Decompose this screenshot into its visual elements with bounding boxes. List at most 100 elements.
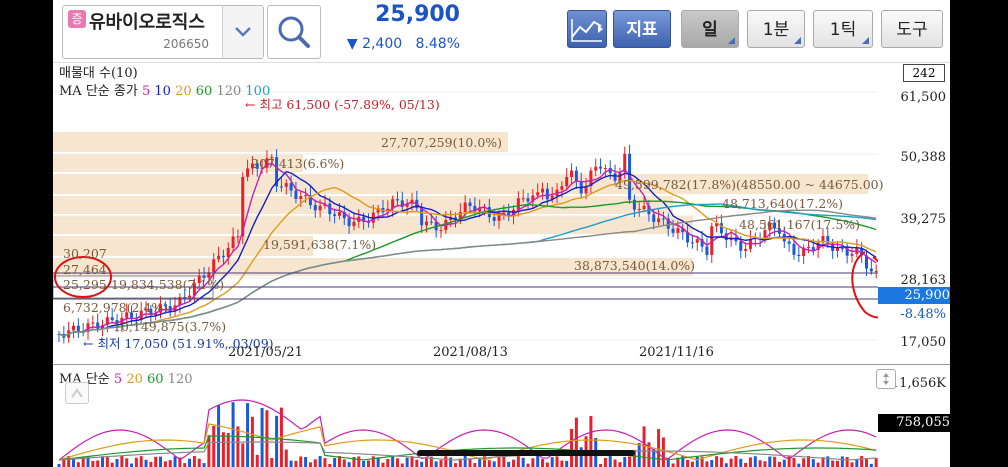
price-axis: 61,500 50,388 39,275 28,163 -8.48% 17,05… <box>878 62 950 362</box>
volume-bar <box>333 458 337 467</box>
volume-bar <box>811 459 815 467</box>
volume-bar <box>744 462 748 467</box>
volume-bar <box>299 456 303 467</box>
candle-body <box>599 166 603 169</box>
volume-bar <box>705 461 709 467</box>
vp-label: 30,207 <box>63 246 107 261</box>
volume-bar <box>197 458 201 467</box>
candle-body <box>603 167 607 169</box>
volume-bar <box>101 456 105 467</box>
period-day-button[interactable]: 일 <box>681 10 739 48</box>
candle-body <box>739 241 743 251</box>
volume-bar <box>748 457 752 467</box>
volume-bar <box>395 458 399 467</box>
volume-bar <box>724 463 728 467</box>
volume-bar <box>202 463 206 467</box>
volume-bar <box>400 463 404 467</box>
volume-bar <box>241 443 245 467</box>
candle-body <box>304 195 308 197</box>
volume-bar <box>188 458 192 467</box>
volume-bar <box>304 457 308 467</box>
indicator-button[interactable]: 지표 <box>613 10 671 48</box>
candle-body <box>536 192 540 196</box>
volume-bar <box>323 458 327 467</box>
candle-body <box>792 243 796 255</box>
volume-bar <box>159 456 163 467</box>
home-indicator <box>417 450 635 456</box>
candle-body <box>661 218 665 220</box>
volume-bar <box>565 460 569 467</box>
chart-type-button[interactable] <box>567 10 607 48</box>
volume-bar <box>313 459 317 467</box>
stock-dropdown-button[interactable] <box>222 6 263 58</box>
volume-bar <box>758 460 762 467</box>
volume-bar <box>144 459 148 467</box>
y-axis-label: 28,163 <box>900 273 947 288</box>
current-volume-marker: 758,055 <box>878 414 950 432</box>
search-button[interactable] <box>267 5 321 59</box>
vp-label: 48,561,167(17.5%) <box>739 217 861 232</box>
candle-body <box>352 221 356 227</box>
minute-label: 1분 <box>762 20 790 40</box>
dropdown-triangle-icon <box>794 37 801 44</box>
volume-bar <box>768 456 772 467</box>
candle-body <box>570 170 574 177</box>
candle-body <box>869 268 873 272</box>
volume-bar <box>110 462 114 467</box>
candle-body <box>594 166 598 171</box>
vp-label: 25,295 <box>63 277 107 292</box>
candle-body <box>424 221 428 226</box>
volume-bar <box>318 456 322 467</box>
volume-bar <box>550 457 554 467</box>
volume-bar <box>139 456 143 467</box>
volume-bar <box>589 416 593 467</box>
candle-body <box>565 176 569 187</box>
ma20-label: 20 <box>175 84 192 99</box>
candle-body <box>313 205 317 211</box>
stock-selector[interactable]: 증 유바이오로직스 206650 <box>62 5 264 59</box>
period-day-label: 일 <box>702 20 718 40</box>
market-badge: 증 <box>68 10 86 28</box>
candle-body <box>76 325 80 332</box>
candle-body <box>787 241 791 244</box>
current-price: 25,900 <box>375 2 460 27</box>
volume-bar <box>715 456 719 467</box>
volume-ma-line <box>58 435 877 461</box>
volume-bar <box>541 459 545 467</box>
candle-body <box>221 255 225 258</box>
volume-bar <box>149 461 153 467</box>
volume-bar <box>777 461 781 467</box>
volume-bar <box>531 458 535 467</box>
volume-bar <box>545 462 549 467</box>
volume-bar <box>603 457 607 467</box>
volume-bar <box>763 461 767 467</box>
candle-body <box>294 190 298 199</box>
candle-body <box>289 183 293 191</box>
minute-button[interactable]: 1분 <box>747 10 805 48</box>
x-axis-label: 2021/05/21 <box>228 345 303 360</box>
candle-body <box>231 236 235 248</box>
volume-bar <box>221 432 225 467</box>
volume-bar <box>439 460 443 467</box>
last-pct-label: -8.48% <box>900 307 946 322</box>
chart-screen: 증 유바이오로직스 206650 25,900 ▼ 2,400 8.48% 지표… <box>53 0 950 467</box>
panel-resize-handle[interactable] <box>876 369 896 389</box>
visible-count[interactable]: 242 <box>903 64 945 82</box>
candle-body <box>284 183 288 187</box>
vp-label: 38,873,540(14.0%) <box>574 258 696 273</box>
volume-bar <box>420 461 424 467</box>
volume-bar <box>753 456 757 467</box>
panel-collapse-handle[interactable] <box>65 382 89 404</box>
tick-button[interactable]: 1틱 <box>813 10 873 48</box>
volume-bar <box>608 456 612 467</box>
ma-legend: MA 단순 종가 5 10 20 60 120 100 <box>59 80 270 99</box>
volume-bar <box>734 456 738 467</box>
price-chart[interactable] <box>53 62 878 362</box>
candle-body <box>72 325 76 331</box>
volume-bar <box>864 458 868 467</box>
volume-bar <box>845 457 849 467</box>
tools-button[interactable]: 도구 <box>881 10 943 48</box>
volume-bar <box>574 417 578 467</box>
volume-bar <box>516 456 520 467</box>
volume-bar <box>130 463 134 467</box>
